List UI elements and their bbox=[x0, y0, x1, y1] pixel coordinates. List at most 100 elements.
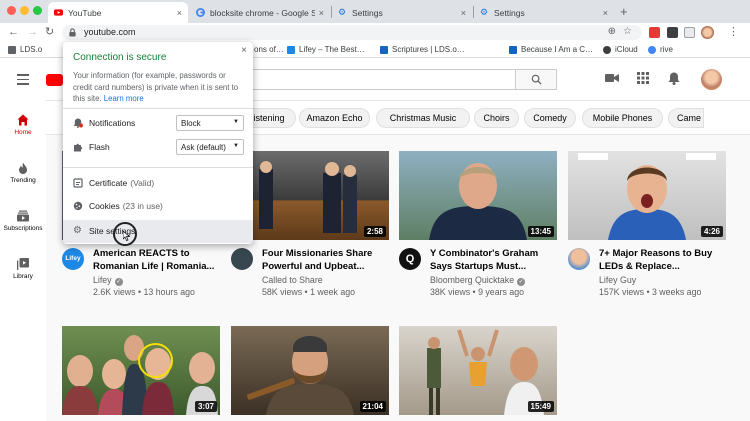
video-meta: 58K views • 1 week ago bbox=[262, 287, 356, 297]
channel-avatar[interactable]: Q bbox=[399, 248, 421, 270]
learn-more-link[interactable]: Learn more bbox=[104, 94, 144, 103]
tab-settings-2[interactable]: ⚙ Settings × bbox=[474, 2, 614, 23]
tab-settings-1[interactable]: ⚙ Settings × bbox=[332, 2, 472, 23]
chip-amazon-echo[interactable]: Amazon Echo bbox=[299, 108, 370, 128]
upload-age: 3 weeks ago bbox=[651, 287, 702, 297]
bookmark-label: LDS.o bbox=[20, 45, 43, 54]
permission-label: Notifications bbox=[89, 118, 136, 128]
youtube-logo[interactable] bbox=[46, 74, 63, 86]
url-text[interactable]: youtube.com bbox=[84, 27, 136, 37]
minimize-window-button[interactable] bbox=[20, 6, 29, 15]
maximize-window-button[interactable] bbox=[33, 6, 42, 15]
search-input[interactable] bbox=[250, 69, 515, 90]
notifications-select[interactable]: Block ▼ bbox=[176, 115, 244, 131]
video-thumbnail[interactable]: 4:26 bbox=[568, 151, 726, 240]
bookmark-icloud[interactable]: iCloud bbox=[603, 45, 638, 54]
item-sublabel: (23 in use) bbox=[122, 201, 163, 211]
chip-mobile-phones[interactable]: Mobile Phones bbox=[582, 108, 663, 128]
forward-arrow-icon[interactable]: → bbox=[27, 26, 38, 39]
chip-christmas-music[interactable]: Christmas Music bbox=[376, 108, 470, 128]
sidebar-item-label: Home bbox=[14, 129, 32, 136]
channel-name[interactable]: Bloomberg Quicktake ✓ bbox=[430, 275, 526, 286]
bookmark-star-icon[interactable]: ☆ bbox=[623, 26, 632, 37]
search-button[interactable] bbox=[515, 69, 557, 90]
channel-name[interactable]: Called to Share bbox=[262, 275, 323, 285]
bookmark-because-i-am[interactable]: Because I Am a C… bbox=[509, 45, 593, 54]
select-value: Block bbox=[181, 119, 201, 128]
create-video-icon[interactable] bbox=[605, 72, 619, 84]
certificate-icon bbox=[73, 178, 83, 188]
user-avatar[interactable] bbox=[701, 69, 722, 90]
dropdown-caret-icon: ▼ bbox=[233, 119, 239, 125]
sidebar-item-subscriptions[interactable]: Subscriptions bbox=[0, 210, 46, 232]
close-tab-icon[interactable]: × bbox=[461, 8, 466, 18]
address-bar[interactable]: youtube.com ⊕ ☆ bbox=[62, 25, 642, 40]
flash-select[interactable]: Ask (default) ▼ bbox=[176, 139, 244, 155]
channel-name[interactable]: Lifey ✓ bbox=[93, 275, 123, 286]
popup-description: Your information (for example, passwords… bbox=[73, 70, 245, 105]
hamburger-menu-icon[interactable] bbox=[17, 74, 29, 88]
permission-notifications: Notifications bbox=[73, 118, 135, 128]
video-title[interactable]: American REACTS to Romanian Life | Roman… bbox=[93, 248, 223, 273]
popup-title: Connection is secure bbox=[73, 52, 167, 63]
reload-icon[interactable]: ↻ bbox=[45, 26, 54, 39]
bookmark-lds[interactable]: LDS.o bbox=[8, 45, 42, 54]
apps-grid-icon[interactable] bbox=[637, 72, 649, 84]
extension-icon[interactable] bbox=[649, 27, 660, 38]
certificate-item[interactable]: Certificate (Valid) bbox=[73, 178, 154, 188]
close-tab-icon[interactable]: × bbox=[319, 8, 324, 18]
bookmark-ons-of[interactable]: ons of… bbox=[254, 45, 284, 54]
video-title[interactable]: 7+ Major Reasons to Buy LEDs & Replace..… bbox=[599, 248, 729, 273]
back-arrow-icon[interactable]: ← bbox=[8, 26, 19, 39]
new-tab-button[interactable]: + bbox=[620, 4, 628, 19]
sidebar-item-label: Library bbox=[13, 273, 33, 280]
channel-avatar[interactable]: Lifey bbox=[62, 248, 84, 270]
cookie-icon bbox=[73, 201, 83, 211]
video-duration: 21:04 bbox=[359, 401, 386, 412]
channel-avatar[interactable] bbox=[568, 248, 590, 270]
video-title[interactable]: Four Missionaries Share Powerful and Upb… bbox=[262, 248, 392, 273]
sidebar-item-home[interactable]: Home bbox=[0, 114, 46, 136]
profile-avatar[interactable] bbox=[701, 26, 714, 39]
video-thumbnail[interactable]: 2:58 bbox=[231, 151, 389, 240]
puzzle-extensions-icon[interactable] bbox=[684, 27, 695, 38]
close-icon[interactable]: × bbox=[241, 45, 247, 56]
browser-toolbar: ← → ↻ youtube.com ⊕ ☆ ⋮ bbox=[0, 23, 750, 42]
close-tab-icon[interactable]: × bbox=[177, 8, 182, 18]
close-window-button[interactable] bbox=[7, 6, 16, 15]
channel-name-text: Lifey bbox=[93, 275, 112, 285]
tab-youtube[interactable]: YouTube × bbox=[48, 2, 188, 23]
video-thumbnail[interactable]: 13:45 bbox=[399, 151, 557, 240]
flame-icon bbox=[19, 162, 27, 174]
zoom-icon[interactable]: ⊕ bbox=[608, 26, 616, 37]
sidebar-item-trending[interactable]: Trending bbox=[0, 162, 46, 184]
home-icon bbox=[17, 114, 29, 126]
close-tab-icon[interactable]: × bbox=[603, 8, 608, 18]
video-meta: 38K views • 9 years ago bbox=[430, 287, 525, 297]
dropdown-caret-icon: ▼ bbox=[233, 143, 239, 149]
cookies-item[interactable]: Cookies (23 in use) bbox=[73, 201, 163, 211]
chip-choirs[interactable]: Choirs bbox=[474, 108, 519, 128]
video-title[interactable]: Y Combinator's Graham Says Startups Must… bbox=[430, 248, 560, 273]
chip-comedy[interactable]: Comedy bbox=[524, 108, 576, 128]
lock-icon[interactable] bbox=[68, 28, 77, 37]
sidebar-item-library[interactable]: Library bbox=[0, 258, 46, 280]
bookmark-scriptures[interactable]: Scriptures | LDS.o… bbox=[380, 45, 465, 54]
video-thumbnail[interactable]: 21:04 bbox=[231, 326, 389, 415]
tab-blocksite-search[interactable]: blocksite chrome - Google Sea × bbox=[190, 2, 330, 23]
video-thumbnail[interactable]: 15:49 bbox=[399, 326, 557, 415]
apps-icon bbox=[8, 45, 16, 54]
item-label: Certificate bbox=[89, 178, 128, 188]
video-duration: 15:49 bbox=[527, 401, 554, 412]
bookmark-lifey[interactable]: Lifey – The Best… bbox=[287, 45, 365, 54]
chrome-menu-icon[interactable]: ⋮ bbox=[728, 26, 739, 39]
extension-badge-icon[interactable] bbox=[667, 27, 678, 38]
bookmark-drive[interactable]: rive bbox=[648, 45, 673, 54]
chip-camera[interactable]: Came bbox=[668, 108, 704, 128]
highlight-circle bbox=[138, 343, 173, 378]
tab-bar: YouTube × blocksite chrome - Google Sea … bbox=[0, 0, 750, 23]
channel-name[interactable]: Lifey Guy bbox=[599, 275, 636, 285]
notifications-bell-icon[interactable] bbox=[668, 72, 680, 85]
video-duration: 3:07 bbox=[194, 401, 217, 412]
channel-avatar[interactable] bbox=[231, 248, 253, 270]
